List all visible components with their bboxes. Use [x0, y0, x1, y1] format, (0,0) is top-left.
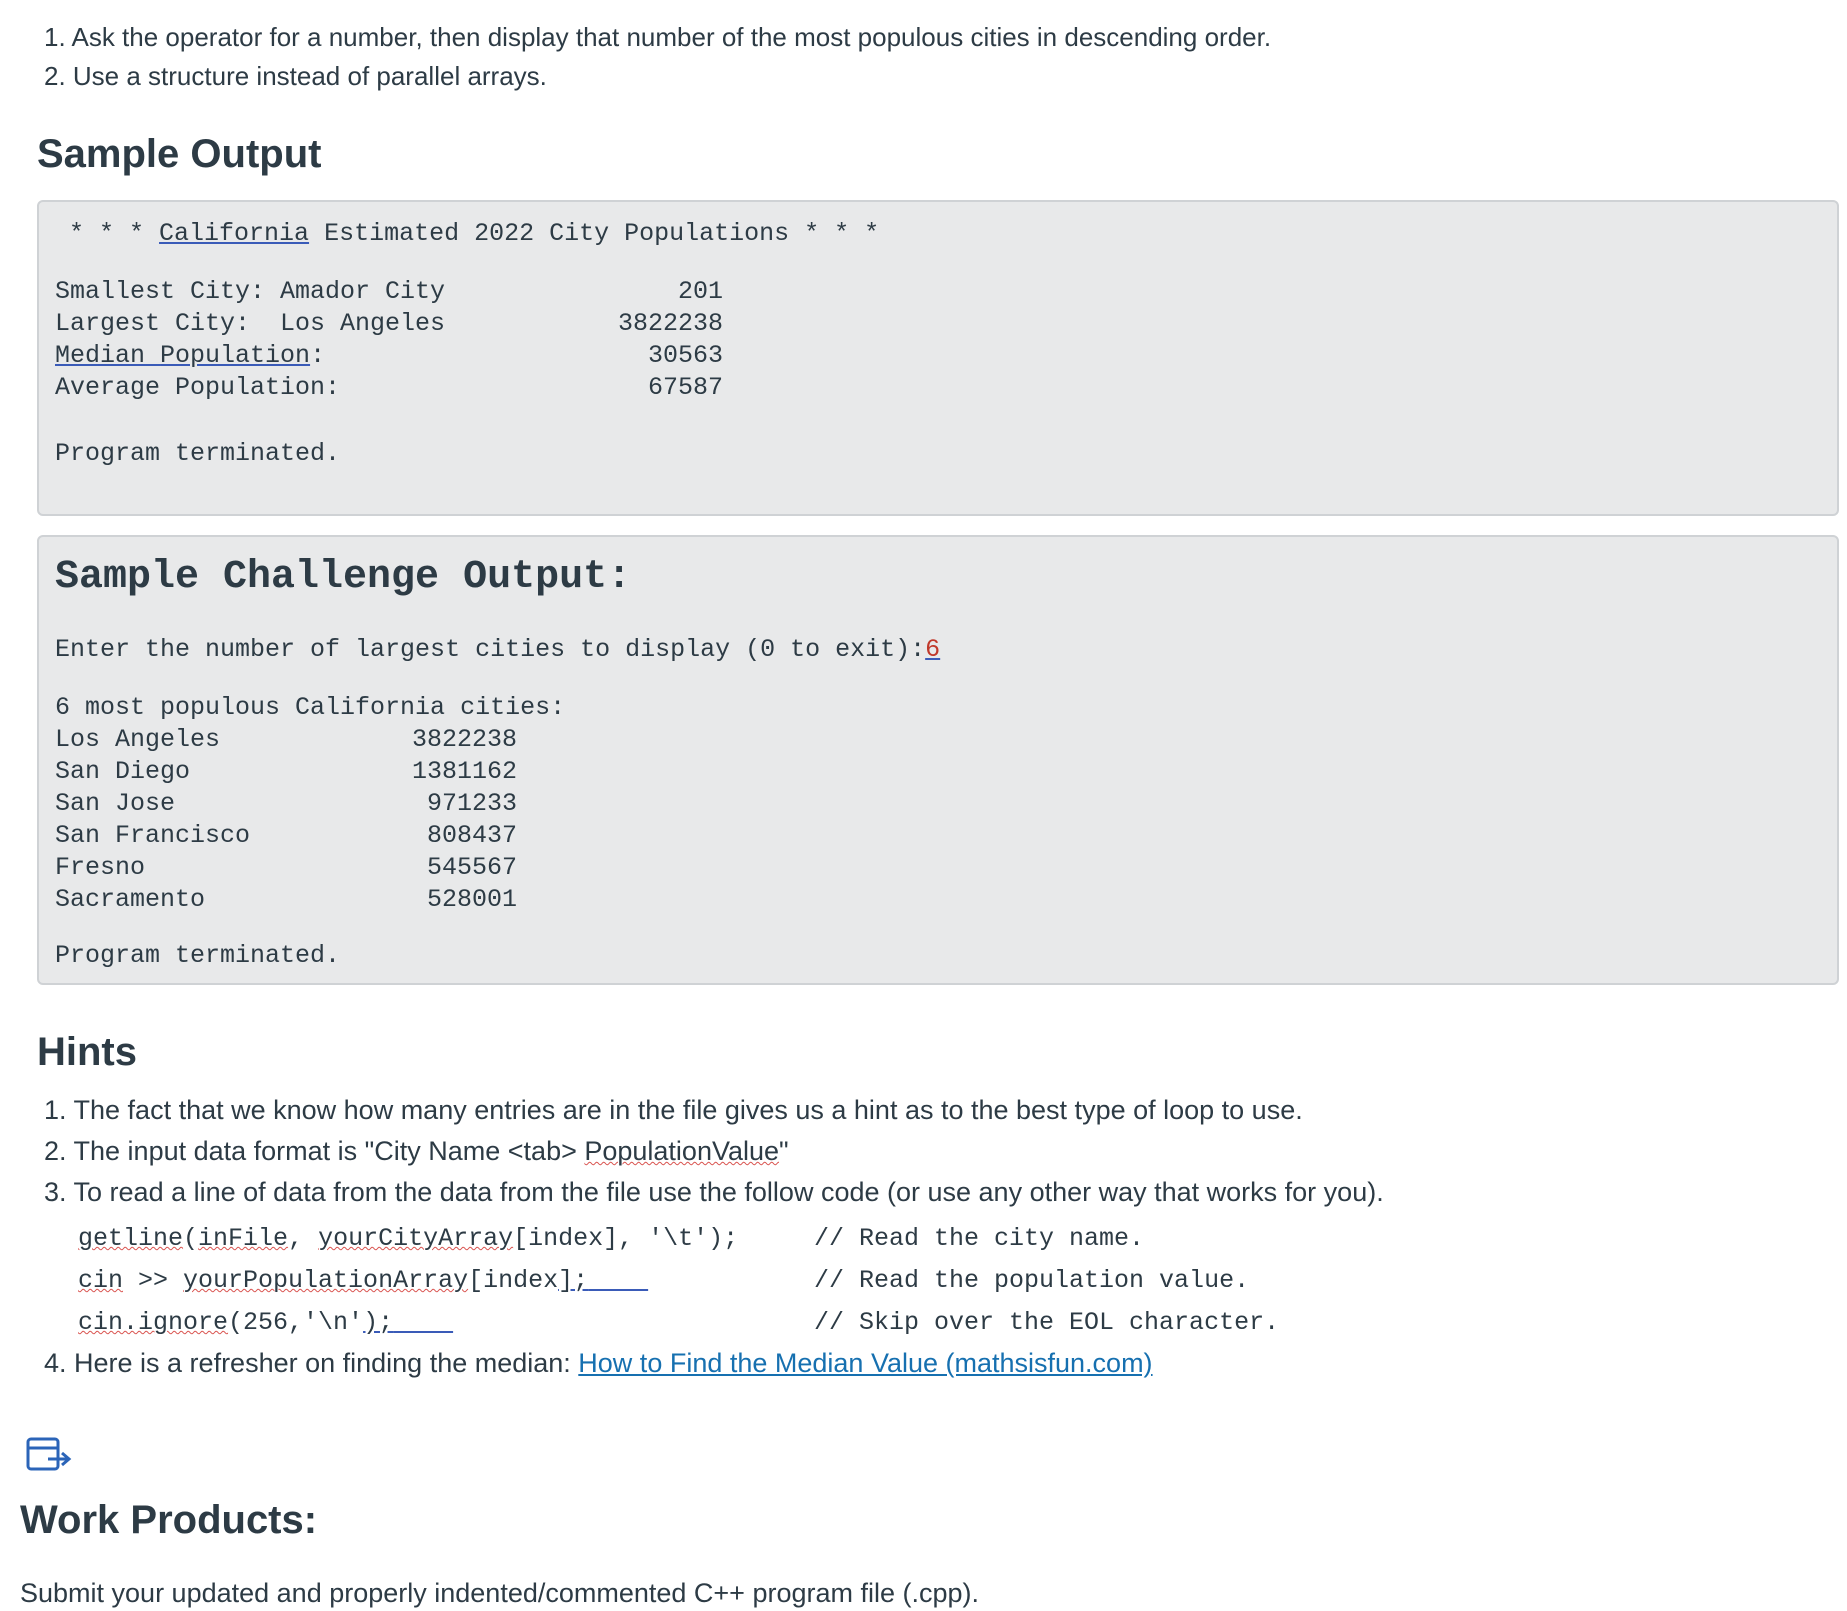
code-line-cin: cin >> yourPopulationArray[index]; — [78, 1266, 589, 1295]
code-line-ignore: cin.ignore(256,'\n'); — [78, 1308, 394, 1337]
city-population: 3822238 — [411, 725, 517, 754]
cities-heading: 6 most populous California cities: — [55, 693, 566, 722]
city-population: 528001 — [426, 885, 517, 914]
input-prompt: Enter the number of largest cities to di… — [55, 635, 941, 664]
smallest-city-label: Smallest City: Amador City — [55, 277, 446, 306]
city-population: 545567 — [426, 853, 517, 882]
hints-title: Hints — [37, 1030, 137, 1074]
program-terminated: Program terminated. — [55, 439, 341, 468]
sample-output-title: Sample Output — [37, 132, 322, 176]
external-tool-icon[interactable] — [26, 1437, 72, 1473]
largest-city-label: Largest City: Los Angeles — [55, 309, 446, 338]
challenge-output-box: Sample Challenge Output: Enter the numbe… — [37, 535, 1839, 985]
average-population-value: 67587 — [647, 373, 723, 402]
requirement-item: 2. Use a structure instead of parallel a… — [44, 61, 547, 91]
state-name: California — [159, 219, 310, 248]
largest-city-value: 3822238 — [617, 309, 723, 338]
requirements-list: 1. Ask the operator for a number, then d… — [44, 18, 1271, 96]
code-comment: // Read the city name. — [814, 1224, 1145, 1253]
city-name: Los Angeles — [55, 725, 221, 754]
city-name: San Jose — [55, 789, 176, 818]
hint-item: 3. To read a line of data from the data … — [44, 1177, 1384, 1207]
requirement-item: 1. Ask the operator for a number, then d… — [44, 22, 1272, 52]
city-population: 1381162 — [411, 757, 517, 786]
output-header: * * * California Estimated 2022 City Pop… — [69, 219, 880, 248]
code-comment: // Skip over the EOL character. — [814, 1308, 1280, 1337]
sample-output-box: * * * California Estimated 2022 City Pop… — [37, 200, 1839, 516]
hint-item: 2. The input data format is "City Name <… — [44, 1136, 789, 1166]
challenge-output-title: Sample Challenge Output: — [55, 555, 632, 600]
city-name: San Diego — [55, 757, 191, 786]
city-population: 808437 — [426, 821, 517, 850]
median-population-label: Median Population: — [55, 341, 326, 370]
hint-item: 4. Here is a refresher on finding the me… — [44, 1348, 1153, 1378]
hint-item: 1. The fact that we know how many entrie… — [44, 1095, 1303, 1125]
city-population: 971233 — [426, 789, 517, 818]
city-name: San Francisco — [55, 821, 251, 850]
median-population-value: 30563 — [647, 341, 723, 370]
work-products-title: Work Products: — [20, 1498, 318, 1542]
city-name: Sacramento — [55, 885, 206, 914]
program-terminated: Program terminated. — [55, 941, 341, 970]
city-name: Fresno — [55, 853, 146, 882]
code-comment: // Read the population value. — [814, 1266, 1250, 1295]
code-line-getline: getline(inFile, yourCityArray[index], '\… — [78, 1224, 754, 1253]
smallest-city-value: 201 — [677, 277, 723, 306]
input-value: 6 — [925, 635, 941, 664]
work-products-text: Submit your updated and properly indente… — [20, 1578, 980, 1608]
average-population-label: Average Population: — [55, 373, 341, 402]
median-refresher-link[interactable]: How to Find the Median Value (mathsisfun… — [578, 1348, 1152, 1378]
